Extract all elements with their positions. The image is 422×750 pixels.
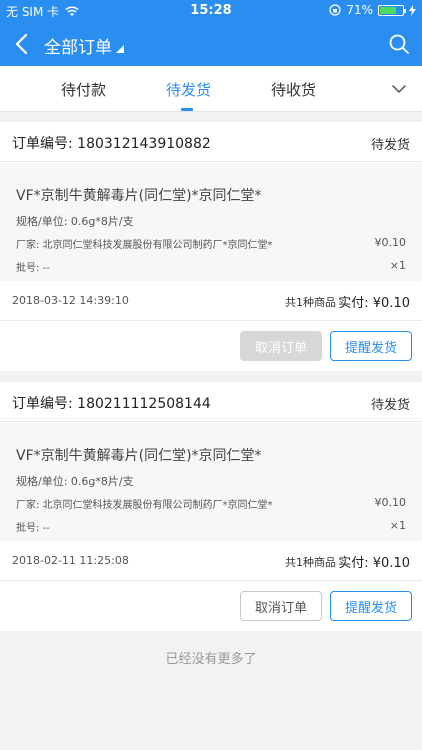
order-card: 订单编号: 180211112508144 待发货 VF*京制牛黄解毒片(同仁堂…	[0, 382, 422, 631]
order-summary: 2018-03-12 14:39:10 共1种商品 实付: ¥0.10	[0, 281, 422, 321]
order-date: 2018-02-11 11:25:08	[12, 554, 129, 567]
order-actions: 取消订单 提醒发货	[0, 581, 422, 631]
charging-icon	[409, 4, 416, 16]
product-price: ¥0.10	[374, 496, 407, 509]
remind-shipment-button[interactable]: 提醒发货	[330, 331, 412, 361]
product-spec: 规格/单位: 0.6g*8片/支	[16, 475, 134, 488]
order-tabs: 待付款 待发货 待收货	[0, 66, 422, 112]
product-batch: 批号: --	[16, 523, 50, 534]
status-bar: 无 SIM 卡 15:28 71%	[0, 0, 422, 22]
order-date: 2018-03-12 14:39:10	[12, 294, 129, 307]
back-icon[interactable]	[10, 31, 36, 57]
item-count: 共1种商品	[285, 296, 336, 309]
order-header: 订单编号: 180211112508144 待发货	[0, 382, 422, 422]
order-status: 待发货	[370, 398, 410, 413]
product-price: ¥0.10	[374, 236, 407, 249]
product-item[interactable]: VF*京制牛黄解毒片(同仁堂)*京同仁堂* 规格/单位: 0.6g*8片/支 厂…	[0, 423, 422, 541]
dropdown-caret-icon	[116, 44, 124, 53]
tab-pending-receipt[interactable]: 待收货	[271, 79, 316, 100]
cancel-order-button[interactable]: 取消订单	[240, 591, 322, 621]
product-batch: 批号: --	[16, 263, 50, 274]
product-item[interactable]: VF*京制牛黄解毒片(同仁堂)*京同仁堂* 规格/单位: 0.6g*8片/支 厂…	[0, 163, 422, 281]
nav-bar: 全部订单	[0, 22, 422, 66]
cancel-order-button[interactable]: 取消订单	[240, 331, 322, 361]
tab-pending-shipment[interactable]: 待发货	[166, 79, 211, 100]
remind-shipment-button[interactable]: 提醒发货	[330, 591, 412, 621]
orientation-lock-icon	[329, 4, 341, 16]
item-count: 共1种商品	[285, 556, 336, 569]
product-quantity: ×1	[389, 259, 406, 272]
order-status: 待发货	[370, 138, 410, 153]
active-tab-indicator	[181, 108, 193, 111]
battery-icon	[378, 4, 406, 16]
order-card: 订单编号: 180312143910882 待发货 VF*京制牛黄解毒片(同仁堂…	[0, 122, 422, 371]
chevron-down-icon[interactable]	[390, 80, 408, 98]
product-spec: 规格/单位: 0.6g*8片/支	[16, 215, 134, 228]
order-filter-dropdown[interactable]: 全部订单	[44, 33, 124, 58]
order-header: 订单编号: 180312143910882 待发货	[0, 122, 422, 162]
amount-paid: 实付: ¥0.10	[338, 296, 410, 311]
status-right: 71%	[329, 3, 416, 17]
product-manufacturer: 厂家: 北京同仁堂科技发展股份有限公司制药厂*京同仁堂*	[16, 240, 273, 251]
order-number: 订单编号: 180312143910882	[12, 136, 211, 152]
battery-level	[380, 6, 396, 14]
product-quantity: ×1	[389, 519, 406, 532]
battery-percent: 71%	[346, 3, 373, 17]
no-more-text: 已经没有更多了	[165, 652, 257, 667]
order-number: 订单编号: 180211112508144	[12, 396, 211, 412]
order-actions: 取消订单 提醒发货	[0, 321, 422, 371]
product-name: VF*京制牛黄解毒片(同仁堂)*京同仁堂*	[16, 448, 262, 464]
amount-paid: 实付: ¥0.10	[338, 556, 410, 571]
tab-pending-payment[interactable]: 待付款	[61, 79, 106, 100]
order-summary: 2018-02-11 11:25:08 共1种商品 实付: ¥0.10	[0, 541, 422, 581]
search-icon[interactable]	[388, 33, 410, 55]
product-manufacturer: 厂家: 北京同仁堂科技发展股份有限公司制药厂*京同仁堂*	[16, 500, 273, 511]
product-name: VF*京制牛黄解毒片(同仁堂)*京同仁堂*	[16, 188, 262, 204]
page-title: 全部订单	[44, 38, 112, 58]
